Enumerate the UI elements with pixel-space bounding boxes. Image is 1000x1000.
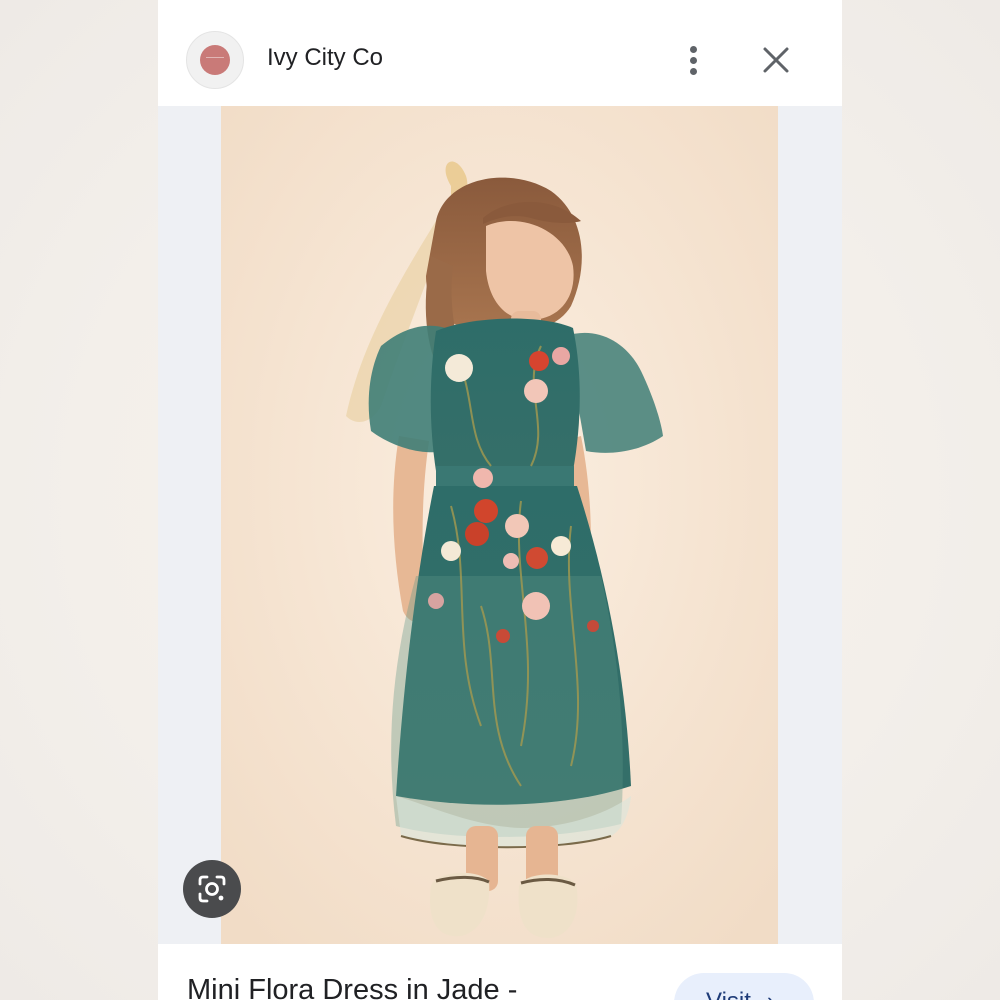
site-name[interactable]: Ivy City Co — [267, 44, 383, 72]
product-photo[interactable] — [221, 106, 778, 944]
close-button[interactable] — [756, 40, 796, 80]
visit-button[interactable]: Visit › — [674, 973, 814, 1000]
product-photo-illustration — [221, 106, 778, 944]
visit-label: Visit — [706, 988, 751, 1000]
lens-search-button[interactable] — [183, 860, 241, 918]
google-lens-icon — [198, 875, 226, 903]
close-icon — [763, 47, 789, 73]
viewer-header: Ivy City Co — [158, 0, 842, 106]
chevron-right-icon: › — [767, 988, 774, 1000]
site-logo — [200, 45, 230, 75]
site-avatar[interactable] — [186, 31, 244, 89]
result-footer: Mini Flora Dress in Jade - Visit › — [158, 944, 842, 1000]
product-title[interactable]: Mini Flora Dress in Jade - — [187, 974, 517, 1000]
more-options-button[interactable] — [674, 38, 714, 82]
image-preview-area — [158, 106, 842, 944]
image-viewer-panel: Ivy City Co Mini Flora Dress in Jade - — [158, 0, 842, 1000]
